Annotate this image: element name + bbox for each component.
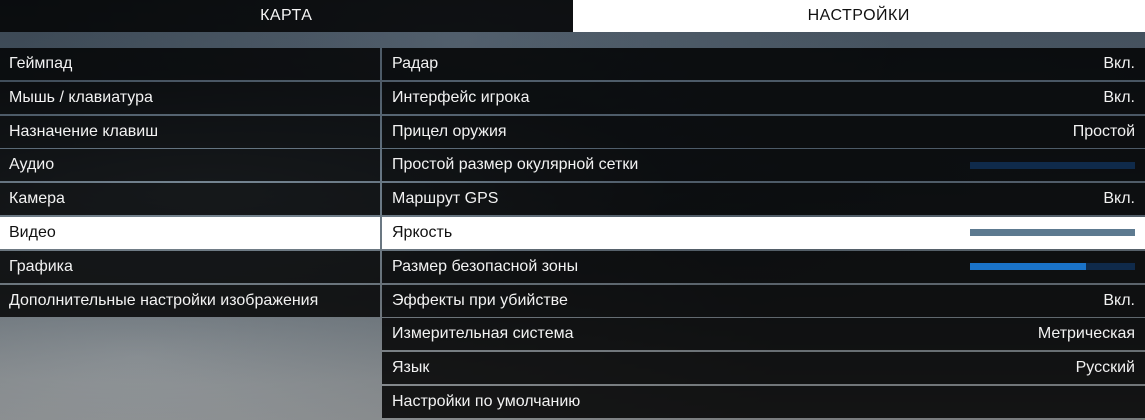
setting-label: Простой размер окулярной сетки [392, 156, 639, 174]
setting-row-reticle-size[interactable]: Простой размер окулярной сетки [382, 149, 1145, 182]
setting-label: Яркость [392, 223, 453, 241]
setting-label: Радар [392, 55, 439, 72]
setting-label: Эффекты при убийстве [392, 291, 568, 309]
setting-row-reticle[interactable]: Прицел оружия Простой [382, 115, 1145, 148]
setting-value: Простой [1072, 122, 1135, 140]
menu-item-key-bindings[interactable]: Назначение клавиш [0, 115, 380, 148]
setting-label: Интерфейс игрока [392, 88, 530, 106]
menu-item-gamepad[interactable]: Геймпад [0, 48, 380, 80]
reticle-size-slider[interactable] [970, 161, 1135, 169]
top-tabs: КАРТА НАСТРОЙКИ [0, 0, 1145, 32]
setting-label: Настройки по умолчанию [392, 392, 581, 410]
setting-row-brightness[interactable]: Яркость [382, 216, 1145, 249]
menu-item-mouse-keyboard[interactable]: Мышь / клавиатура [0, 81, 380, 114]
setting-row-measurement-system[interactable]: Измерительная система Метрическая [382, 318, 1145, 351]
setting-label: Маршрут GPS [392, 190, 499, 208]
menu-item-camera[interactable]: Камера [0, 183, 380, 216]
setting-row-gps-route[interactable]: Маршрут GPS Вкл. [382, 183, 1145, 216]
setting-row-radar[interactable]: Радар Вкл. [382, 48, 1145, 80]
setting-value: Вкл. [1103, 190, 1135, 208]
menu-item-graphics[interactable]: Графика [0, 250, 380, 283]
tab-settings[interactable]: НАСТРОЙКИ [572, 0, 1145, 32]
settings-category-menu: Геймпад Мышь / клавиатура Назначение кла… [0, 48, 380, 318]
restore-defaults-button[interactable]: Настройки по умолчанию [382, 385, 1145, 418]
setting-label: Размер безопасной зоны [392, 257, 579, 275]
setting-label: Язык [392, 359, 430, 377]
setting-value: Вкл. [1103, 55, 1135, 72]
video-settings-list: Радар Вкл. Интерфейс игрока Вкл. Прицел … [382, 48, 1145, 420]
safe-zone-slider[interactable] [970, 263, 1135, 271]
menu-item-advanced-graphics[interactable]: Дополнительные настройки изображения [0, 284, 380, 317]
setting-label: Измерительная система [392, 325, 574, 343]
setting-value: Русский [1075, 359, 1135, 377]
setting-label: Прицел оружия [392, 122, 507, 140]
menu-item-audio[interactable]: Аудио [0, 149, 380, 182]
brightness-slider[interactable] [970, 229, 1135, 237]
setting-row-language[interactable]: Язык Русский [382, 352, 1145, 385]
menu-item-video[interactable]: Видео [0, 216, 380, 249]
setting-row-kill-effects[interactable]: Эффекты при убийстве Вкл. [382, 284, 1145, 317]
setting-row-hud[interactable]: Интерфейс игрока Вкл. [382, 81, 1145, 114]
tab-map[interactable]: КАРТА [0, 0, 573, 32]
setting-value: Вкл. [1103, 88, 1135, 106]
setting-value: Метрическая [1037, 325, 1135, 343]
setting-value: Вкл. [1103, 291, 1135, 309]
setting-row-safe-zone[interactable]: Размер безопасной зоны [382, 250, 1145, 283]
